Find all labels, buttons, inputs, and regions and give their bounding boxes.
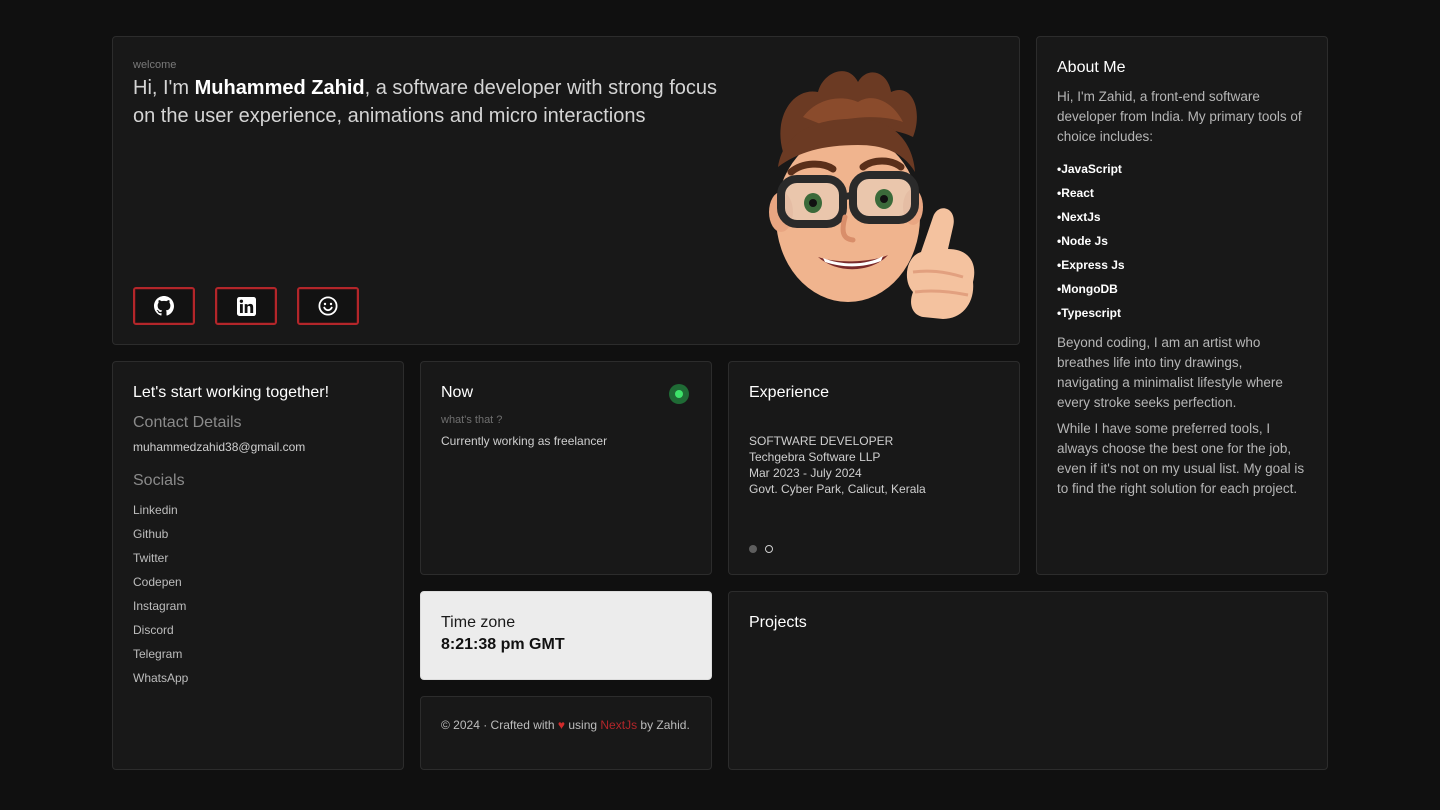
skill-item: MongoDB bbox=[1057, 277, 1307, 301]
timezone-card: Time zone 8:21:38 pm GMT bbox=[420, 591, 712, 680]
skill-item: JavaScript bbox=[1057, 157, 1307, 181]
now-card: Now what's that ? Currently working as f… bbox=[420, 361, 712, 575]
experience-title: Experience bbox=[749, 384, 830, 401]
experience-entry: SOFTWARE DEVELOPER Techgebra Software LL… bbox=[749, 433, 999, 497]
experience-role: SOFTWARE DEVELOPER bbox=[749, 434, 894, 448]
experience-card: Experience SOFTWARE DEVELOPER Techgebra … bbox=[728, 361, 1020, 575]
social-link-twitter[interactable]: Twitter bbox=[133, 546, 383, 570]
social-link-instagram[interactable]: Instagram bbox=[133, 594, 383, 618]
now-subtitle: what's that ? bbox=[441, 414, 503, 426]
skill-item: Node Js bbox=[1057, 229, 1307, 253]
experience-company: Techgebra Software LLP bbox=[749, 450, 881, 464]
footer-middle: using bbox=[565, 718, 601, 732]
email-link[interactable]: muhammedzahid38@gmail.com bbox=[133, 440, 383, 454]
skill-item: Typescript bbox=[1057, 301, 1307, 325]
github-button[interactable] bbox=[133, 287, 195, 325]
experience-period: Mar 2023 - July 2024 bbox=[749, 466, 862, 480]
hero-headline: Hi, I'm Muhammed Zahid, a software devel… bbox=[133, 74, 743, 130]
skill-item: React bbox=[1057, 181, 1307, 205]
skill-item: NextJs bbox=[1057, 205, 1307, 229]
footer-suffix: by Zahid. bbox=[637, 718, 690, 732]
smiley-button[interactable] bbox=[297, 287, 359, 325]
hero-card: welcome Hi, I'm Muhammed Zahid, a softwa… bbox=[112, 36, 1020, 345]
timezone-clock: 8:21:38 pm GMT bbox=[441, 636, 565, 653]
projects-title: Projects bbox=[749, 614, 807, 631]
socials-heading: Socials bbox=[133, 472, 185, 489]
skills-list: JavaScript React NextJs Node Js Express … bbox=[1057, 157, 1307, 325]
status-indicator-icon bbox=[669, 384, 689, 404]
about-title: About Me bbox=[1057, 59, 1126, 76]
heart-icon: ♥ bbox=[557, 718, 566, 732]
about-paragraph-2: While I have some preferred tools, I alw… bbox=[1057, 421, 1305, 496]
projects-card: Projects bbox=[728, 591, 1328, 770]
hero-social-buttons bbox=[133, 287, 359, 325]
about-card: About Me Hi, I'm Zahid, a front-end soft… bbox=[1036, 36, 1328, 575]
contact-details-heading: Contact Details bbox=[133, 414, 242, 431]
social-link-discord[interactable]: Discord bbox=[133, 618, 383, 642]
linkedin-button[interactable] bbox=[215, 287, 277, 325]
intro-prefix: Hi, I'm bbox=[133, 77, 195, 99]
social-link-codepen[interactable]: Codepen bbox=[133, 570, 383, 594]
footer-prefix: © 2024 · Crafted with bbox=[441, 718, 558, 732]
carousel-dot-2[interactable] bbox=[765, 545, 773, 553]
about-intro: Hi, I'm Zahid, a front-end software deve… bbox=[1057, 89, 1302, 144]
hero-name: Muhammed Zahid bbox=[194, 77, 365, 99]
carousel-dot-1[interactable] bbox=[749, 545, 757, 553]
now-status-text: Currently working as freelancer bbox=[441, 434, 608, 448]
skill-item: Express Js bbox=[1057, 253, 1307, 277]
social-link-whatsapp[interactable]: WhatsApp bbox=[133, 666, 383, 690]
linkedin-icon bbox=[236, 296, 256, 316]
contact-card: Let's start working together! Contact De… bbox=[112, 361, 404, 770]
footer-card: © 2024 · Crafted with ♥ using NextJs by … bbox=[420, 696, 712, 770]
social-link-linkedin[interactable]: Linkedin bbox=[133, 498, 383, 522]
timezone-label: Time zone bbox=[441, 614, 516, 631]
experience-location: Govt. Cyber Park, Calicut, Kerala bbox=[749, 482, 926, 496]
nextjs-link[interactable]: NextJs bbox=[600, 718, 637, 732]
carousel-dots bbox=[749, 545, 773, 553]
status-dot-inner bbox=[675, 390, 683, 398]
github-icon bbox=[154, 296, 174, 316]
now-title: Now bbox=[441, 384, 474, 401]
memoji-avatar bbox=[769, 71, 975, 319]
contact-title: Let's start working together! bbox=[133, 384, 330, 401]
social-link-github[interactable]: Github bbox=[133, 522, 383, 546]
welcome-label: welcome bbox=[133, 59, 177, 71]
socials-list: Linkedin Github Twitter Codepen Instagra… bbox=[133, 498, 383, 690]
smiley-icon bbox=[318, 296, 338, 316]
about-paragraph-1: Beyond coding, I am an artist who breath… bbox=[1057, 335, 1283, 410]
social-link-telegram[interactable]: Telegram bbox=[133, 642, 383, 666]
